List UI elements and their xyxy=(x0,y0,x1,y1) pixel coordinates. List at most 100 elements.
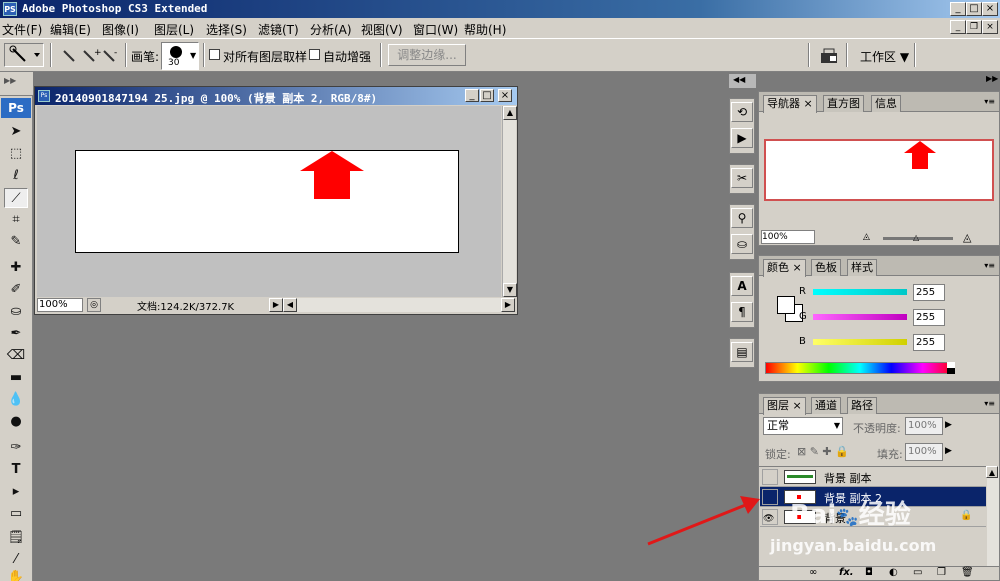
opacity-arrow-icon[interactable]: ▶ xyxy=(945,420,952,430)
scroll-right-icon[interactable]: ▶ xyxy=(501,298,515,312)
fill-field[interactable]: 100% xyxy=(905,443,943,461)
eraser-tool-icon[interactable]: ⌫ xyxy=(4,346,28,366)
scroll-left-icon[interactable]: ◀ xyxy=(283,298,297,312)
tab-paths[interactable]: 路径 xyxy=(847,397,877,414)
tab-channels[interactable]: 通道 xyxy=(811,397,841,414)
sample-all-layers-checkbox[interactable] xyxy=(209,49,220,60)
refine-edge-button[interactable]: 调整边缘... xyxy=(388,44,466,66)
horizontal-scrollbar[interactable] xyxy=(297,298,501,312)
tool-presets-icon[interactable]: ✂ xyxy=(731,168,753,188)
tab-styles[interactable]: 样式 xyxy=(847,259,877,276)
layer-comps-icon[interactable]: ▤ xyxy=(731,342,753,362)
status-menu-icon[interactable]: ◎ xyxy=(87,298,101,312)
lock-icons[interactable]: ⊠ ✎ ✚ 🔒 xyxy=(797,445,849,458)
menu-file[interactable]: 文件(F) xyxy=(2,21,42,38)
menu-select[interactable]: 选择(S) xyxy=(206,21,247,38)
tool-preset-picker[interactable] xyxy=(4,43,44,67)
menu-filter[interactable]: 滤镜(T) xyxy=(258,21,299,38)
menu-analysis[interactable]: 分析(A) xyxy=(310,21,352,38)
zoom-field[interactable]: 100% xyxy=(37,298,83,312)
brushes-panel-icon[interactable]: ⚲ xyxy=(731,208,753,228)
hand-tool-icon[interactable]: ✋ xyxy=(4,568,28,581)
layer-mask-icon[interactable]: ◘ xyxy=(865,567,873,578)
foreground-color-swatch[interactable] xyxy=(777,296,795,314)
status-arrow-icon[interactable]: ▶ xyxy=(269,298,283,312)
black-swatch[interactable] xyxy=(947,368,955,374)
lasso-tool-icon[interactable]: ℓ xyxy=(4,166,28,186)
clone-source-icon[interactable]: ⛀ xyxy=(731,234,753,254)
crop-tool-icon[interactable]: ⌗ xyxy=(4,210,28,230)
character-panel-icon[interactable]: A xyxy=(731,276,753,296)
collapse-arrows-icon[interactable]: ◀◀ xyxy=(733,75,745,84)
eyedropper-tool-icon[interactable]: ⁄ xyxy=(4,550,28,570)
green-slider[interactable] xyxy=(813,314,907,320)
tab-layers[interactable]: 图层 × xyxy=(763,397,806,415)
green-value-field[interactable]: 255 xyxy=(913,309,945,326)
navigator-preview[interactable] xyxy=(764,139,994,201)
navigator-zoom-field[interactable]: 100% xyxy=(761,230,815,244)
tab-swatches[interactable]: 色板 xyxy=(811,259,841,276)
pen-tool-icon[interactable]: ✑ xyxy=(4,438,28,458)
panel-menu-icon[interactable]: ▾≡ xyxy=(984,97,995,106)
history-panel-icon[interactable]: ⟲ xyxy=(731,102,753,122)
blur-tool-icon[interactable]: 💧 xyxy=(4,390,28,410)
paragraph-panel-icon[interactable]: ¶ xyxy=(731,302,753,322)
doc-window-minimize-button[interactable]: _ xyxy=(465,89,479,102)
ps-logo[interactable]: Ps xyxy=(1,98,31,118)
menu-edit[interactable]: 编辑(E) xyxy=(50,21,91,38)
tab-info[interactable]: 信息 xyxy=(871,95,901,112)
selection-mode-buttons[interactable]: + - xyxy=(60,45,122,67)
dodge-tool-icon[interactable]: ● xyxy=(4,412,28,432)
link-layers-icon[interactable]: ∞ xyxy=(809,567,817,578)
maximize-button[interactable]: □ xyxy=(966,2,982,16)
menu-help[interactable]: 帮助(H) xyxy=(464,21,506,38)
close-button[interactable]: × xyxy=(982,2,998,16)
expand-arrows-icon[interactable]: ▶▶ xyxy=(986,74,998,83)
scroll-up-icon[interactable]: ▲ xyxy=(503,106,517,120)
move-tool-icon[interactable]: ➤ xyxy=(4,122,28,142)
new-layer-icon[interactable]: ❐ xyxy=(937,567,946,578)
adjustment-layer-icon[interactable]: ◐ xyxy=(889,567,898,578)
path-selection-tool-icon[interactable]: ▸ xyxy=(4,482,28,502)
menu-layer[interactable]: 图层(L) xyxy=(154,21,194,38)
scroll-up-icon[interactable]: ▲ xyxy=(986,466,998,478)
collapse-arrows-icon[interactable]: ▶▶ xyxy=(4,76,16,85)
delete-layer-icon[interactable]: 🗑 xyxy=(961,567,974,578)
menu-view[interactable]: 视图(V) xyxy=(361,21,403,38)
doc-close-button[interactable]: × xyxy=(982,20,998,34)
opacity-field[interactable]: 100% xyxy=(905,417,943,435)
red-value-field[interactable]: 255 xyxy=(913,284,945,301)
blend-mode-select[interactable]: 正常 ▼ xyxy=(763,417,843,435)
blue-slider[interactable] xyxy=(813,339,907,345)
healing-brush-tool-icon[interactable]: ✚ xyxy=(4,258,28,278)
tab-histogram[interactable]: 直方图 xyxy=(823,95,864,112)
menu-image[interactable]: 图像(I) xyxy=(102,21,139,38)
bridge-icon[interactable] xyxy=(820,47,840,65)
notes-tool-icon[interactable]: 🗒 xyxy=(4,528,28,548)
marquee-tool-icon[interactable]: ⬚ xyxy=(4,144,28,164)
zoom-out-icon[interactable]: ◬ xyxy=(863,232,870,242)
brush-tool-icon[interactable]: ✐ xyxy=(4,280,28,300)
clone-stamp-tool-icon[interactable]: ⛀ xyxy=(4,302,28,322)
color-spectrum-bar[interactable] xyxy=(765,362,955,374)
minimize-button[interactable]: _ xyxy=(950,2,966,16)
panel-menu-icon[interactable]: ▾≡ xyxy=(984,399,995,408)
vertical-scrollbar[interactable]: ▲ ▼ xyxy=(502,106,517,297)
layer-style-button[interactable]: fx. xyxy=(839,567,854,578)
tab-navigator[interactable]: 导航器 × xyxy=(763,95,817,113)
brush-picker[interactable]: 30 ▼ xyxy=(161,42,199,70)
zoom-in-icon[interactable]: ◬ xyxy=(963,231,971,244)
type-tool-icon[interactable]: T xyxy=(4,460,28,480)
layers-scrollbar[interactable]: ▲ xyxy=(986,466,999,566)
workspace-menu[interactable]: 工作区 ▼ xyxy=(860,48,909,65)
blue-value-field[interactable]: 255 xyxy=(913,334,945,351)
canvas-area[interactable] xyxy=(37,106,501,297)
doc-window-maximize-button[interactable]: □ xyxy=(480,89,494,102)
gradient-tool-icon[interactable]: ▬ xyxy=(4,368,28,388)
scroll-down-icon[interactable]: ▼ xyxy=(503,283,517,297)
quick-selection-tool-icon[interactable]: ⟋ xyxy=(4,188,28,208)
fill-arrow-icon[interactable]: ▶ xyxy=(945,446,952,456)
actions-panel-icon[interactable]: ▶ xyxy=(731,128,753,148)
shape-tool-icon[interactable]: ▭ xyxy=(4,504,28,524)
slider-thumb-icon[interactable]: △ xyxy=(913,233,919,242)
